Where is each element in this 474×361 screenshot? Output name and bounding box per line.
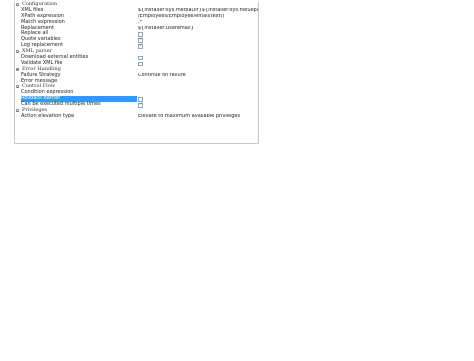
- property-row[interactable]: Action elevation type Elevate to maximum …: [15, 112, 258, 120]
- collapse-icon[interactable]: [16, 3, 19, 6]
- property-checkbox[interactable]: [138, 32, 143, 37]
- property-value[interactable]: Elevate to maximum available privileges: [138, 114, 240, 120]
- collapse-icon[interactable]: [16, 50, 19, 54]
- property-checkbox[interactable]: [138, 43, 143, 49]
- collapse-icon[interactable]: [16, 109, 19, 113]
- collapse-icon[interactable]: [16, 85, 19, 89]
- property-checkbox[interactable]: [138, 102, 143, 108]
- property-checkbox[interactable]: [138, 55, 143, 61]
- property-checkbox[interactable]: [138, 61, 143, 67]
- property-grid: Configuration XML files ${installer:sys.me…: [14, 1, 259, 144]
- collapse-icon[interactable]: [16, 67, 19, 71]
- property-name: Action elevation type: [21, 112, 75, 119]
- property-checkbox[interactable]: [138, 96, 143, 102]
- property-checkbox[interactable]: [138, 37, 143, 43]
